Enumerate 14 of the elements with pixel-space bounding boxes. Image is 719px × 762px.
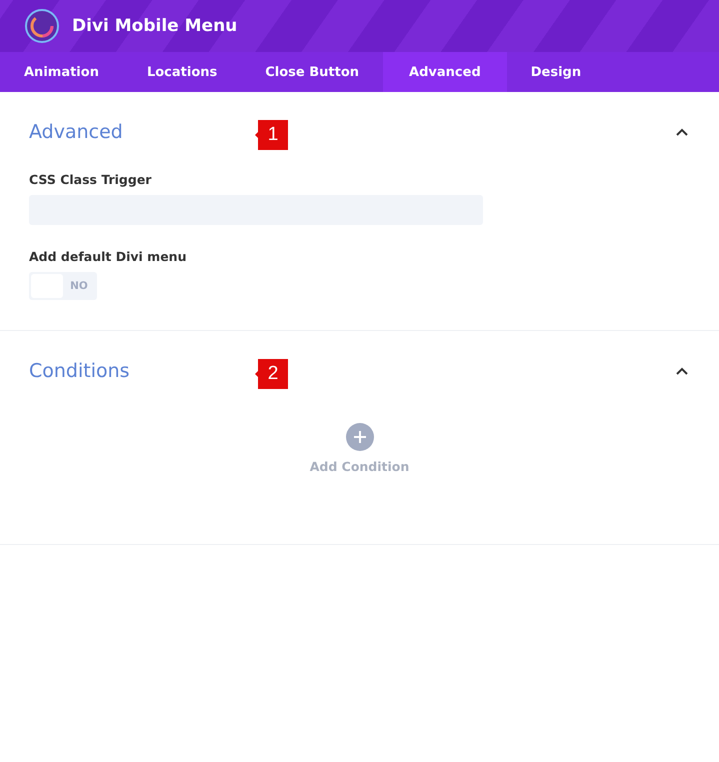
tab[interactable]: Advanced (383, 52, 507, 92)
section-title[interactable]: Advanced (29, 121, 123, 143)
tab[interactable]: Animation (0, 52, 123, 92)
tab[interactable]: Design (506, 52, 606, 92)
field-label: Add default Divi menu (29, 249, 188, 264)
tab[interactable]: Locations (122, 52, 242, 92)
section-title[interactable]: Conditions (29, 360, 130, 382)
chevron-up-icon[interactable] (676, 128, 688, 136)
chevron-up-icon[interactable] (676, 367, 688, 375)
window-title: Divi Mobile Menu (72, 16, 238, 36)
field-label: CSS Class Trigger (29, 172, 152, 187)
plus-icon (346, 423, 374, 451)
tab[interactable]: Close Button (241, 52, 384, 92)
logo-icon (24, 8, 60, 44)
